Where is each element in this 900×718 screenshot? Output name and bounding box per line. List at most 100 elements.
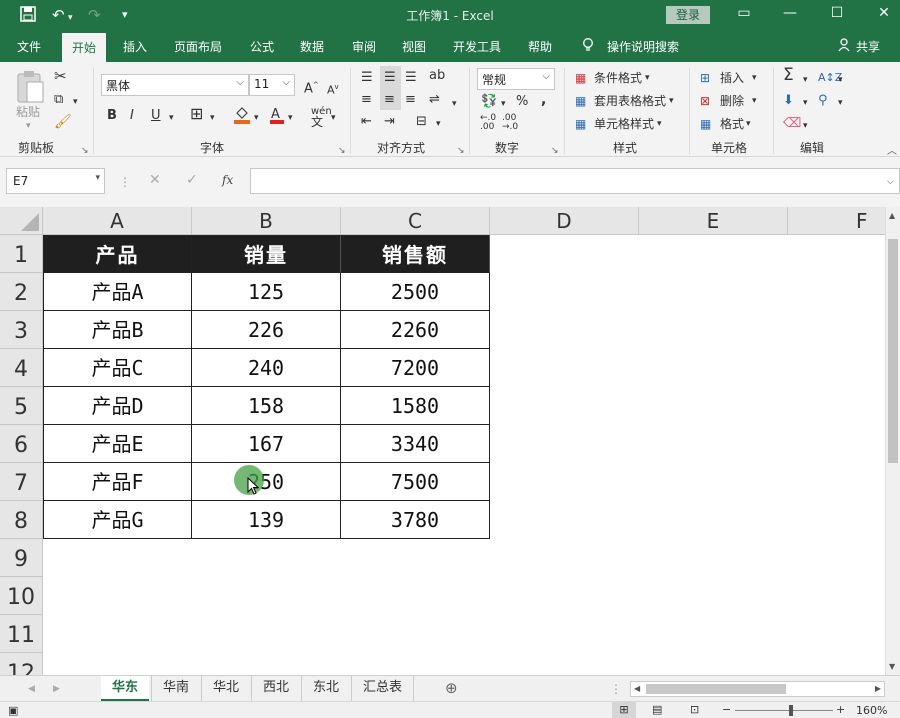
underline-button[interactable]: U: [151, 108, 161, 124]
row-header[interactable]: 12: [0, 653, 43, 675]
row-header[interactable]: 2: [0, 273, 43, 311]
tab-home[interactable]: 开始: [62, 33, 107, 62]
sheet-tab[interactable]: 华东: [101, 676, 150, 701]
normal-view-icon[interactable]: ⊞: [612, 702, 636, 718]
table-cell[interactable]: 1580: [341, 387, 490, 425]
page-layout-view-icon[interactable]: ▤: [652, 702, 662, 718]
select-all-button[interactable]: [0, 207, 43, 235]
login-button[interactable]: 登录: [666, 6, 710, 24]
autosum-dropdown-icon[interactable]: ▾: [803, 72, 808, 88]
tab-insert[interactable]: 插入: [123, 38, 147, 55]
format-as-table-icon[interactable]: ▦: [575, 93, 586, 109]
table-cell[interactable]: 226: [192, 311, 341, 349]
expand-formula-icon[interactable]: ⌵: [887, 174, 894, 190]
cell-styles-icon[interactable]: ▦: [575, 116, 586, 132]
horizontal-scrollbar[interactable]: ◀ ▶: [630, 681, 885, 697]
table-cell[interactable]: 125: [192, 273, 341, 311]
font-color-dropdown-icon[interactable]: ▾: [288, 110, 293, 126]
orientation-icon[interactable]: ab: [429, 68, 445, 84]
row-header[interactable]: 6: [0, 425, 43, 463]
ribbon-display-icon[interactable]: ▭: [732, 5, 756, 21]
format-painter-icon[interactable]: 🖌: [54, 114, 72, 130]
table-cell[interactable]: 产品F: [43, 463, 192, 501]
format-cells-button[interactable]: 格式: [720, 116, 744, 132]
name-box-dropdown-icon[interactable]: ▾: [95, 173, 100, 183]
scroll-left-icon[interactable]: ◀: [634, 684, 640, 693]
next-sheet-icon[interactable]: ▶: [53, 681, 60, 697]
insert-cells-button[interactable]: 插入: [720, 70, 744, 86]
formula-input[interactable]: [250, 168, 900, 194]
fill-color-icon[interactable]: [234, 106, 250, 127]
row-header[interactable]: 8: [0, 501, 43, 539]
paste-dropdown-icon[interactable]: ▾: [26, 118, 31, 134]
font-name-select[interactable]: 黑体 ⌵: [101, 74, 249, 96]
increase-font-icon[interactable]: A^: [304, 77, 319, 97]
worksheet-grid[interactable]: A B C D E F 1 2 3 4 5 6 7 8 9 10 11 12 产…: [0, 207, 900, 675]
merge-center-icon[interactable]: ⊟: [416, 114, 427, 130]
find-dropdown-icon[interactable]: ▾: [838, 95, 843, 111]
table-header-cell[interactable]: 产品: [43, 235, 192, 273]
align-right-icon[interactable]: ≡: [405, 92, 416, 108]
tab-developer[interactable]: 开发工具: [453, 38, 501, 55]
decrease-font-icon[interactable]: Av: [327, 79, 339, 99]
insert-cells-icon[interactable]: ⊞: [700, 70, 710, 86]
row-header[interactable]: 7: [0, 463, 43, 501]
share-button[interactable]: 共享: [856, 38, 880, 55]
conditional-format-button[interactable]: 条件格式: [594, 70, 642, 86]
tab-page-layout[interactable]: 页面布局: [174, 38, 222, 55]
table-cell[interactable]: 3780: [341, 501, 490, 539]
insert-function-button[interactable]: fx: [222, 172, 233, 188]
zoom-slider-thumb[interactable]: [789, 705, 793, 716]
row-header[interactable]: 9: [0, 539, 43, 577]
row-header[interactable]: 1: [0, 235, 43, 273]
cell-styles-button[interactable]: 单元格样式: [594, 116, 654, 132]
accounting-dropdown-icon[interactable]: ▾: [501, 96, 506, 112]
find-select-icon[interactable]: ⚲: [818, 93, 828, 109]
clear-dropdown-icon[interactable]: ▾: [803, 118, 808, 134]
maximize-button[interactable]: ☐: [825, 5, 849, 21]
format-as-table-dropdown-icon[interactable]: ▾: [669, 93, 674, 109]
middle-align-icon[interactable]: ☰: [384, 70, 396, 86]
cell-styles-dropdown-icon[interactable]: ▾: [657, 116, 662, 132]
tell-me-search[interactable]: 操作说明搜索: [607, 38, 679, 55]
italic-button[interactable]: I: [130, 108, 134, 124]
row-header[interactable]: 3: [0, 311, 43, 349]
name-box[interactable]: E7 ▾: [6, 168, 105, 194]
font-color-icon[interactable]: A: [270, 106, 284, 127]
top-align-icon[interactable]: ☰: [361, 70, 373, 86]
sheet-tab[interactable]: 华北: [201, 676, 250, 701]
close-button[interactable]: ✕: [872, 5, 896, 21]
scroll-up-icon[interactable]: ▲: [889, 211, 895, 220]
copy-icon[interactable]: ⧉: [54, 92, 63, 108]
zoom-in-icon[interactable]: +: [836, 702, 845, 718]
table-cell[interactable]: 产品C: [43, 349, 192, 387]
macro-record-icon[interactable]: ▣: [8, 703, 18, 718]
column-header-c[interactable]: C: [341, 207, 490, 235]
copy-dropdown-icon[interactable]: ▾: [73, 94, 78, 110]
font-size-select[interactable]: 11 ⌵: [249, 74, 295, 96]
decrease-indent-icon[interactable]: ⇤: [361, 114, 372, 130]
sheet-tab[interactable]: 西北: [251, 676, 300, 701]
row-header[interactable]: 4: [0, 349, 43, 387]
number-format-select[interactable]: 常规 ⌵: [477, 68, 555, 90]
sheet-tab[interactable]: 华南: [151, 676, 200, 701]
fill-color-dropdown-icon[interactable]: ▾: [254, 110, 259, 126]
zoom-out-icon[interactable]: −: [722, 702, 731, 718]
phonetic-dropdown-icon[interactable]: ▾: [331, 110, 336, 126]
table-cell[interactable]: 158: [192, 387, 341, 425]
tab-formulas[interactable]: 公式: [250, 38, 274, 55]
table-cell[interactable]: 产品B: [43, 311, 192, 349]
new-sheet-icon[interactable]: ⊕: [445, 680, 458, 696]
lightbulb-icon[interactable]: [582, 38, 594, 56]
insert-dropdown-icon[interactable]: ▾: [752, 70, 757, 86]
zoom-level[interactable]: 160%: [856, 703, 887, 718]
table-cell[interactable]: 产品E: [43, 425, 192, 463]
table-cell[interactable]: 2260: [341, 311, 490, 349]
decrease-decimal-icon[interactable]: .00 →.0: [502, 114, 518, 132]
vertical-scrollbar[interactable]: ▲ ▼: [885, 207, 900, 675]
table-cell[interactable]: 3340: [341, 425, 490, 463]
column-header-d[interactable]: D: [490, 207, 639, 235]
sheet-tab[interactable]: 东北: [301, 676, 350, 701]
format-cells-icon[interactable]: ▦: [700, 116, 711, 132]
table-cell[interactable]: 产品G: [43, 501, 192, 539]
